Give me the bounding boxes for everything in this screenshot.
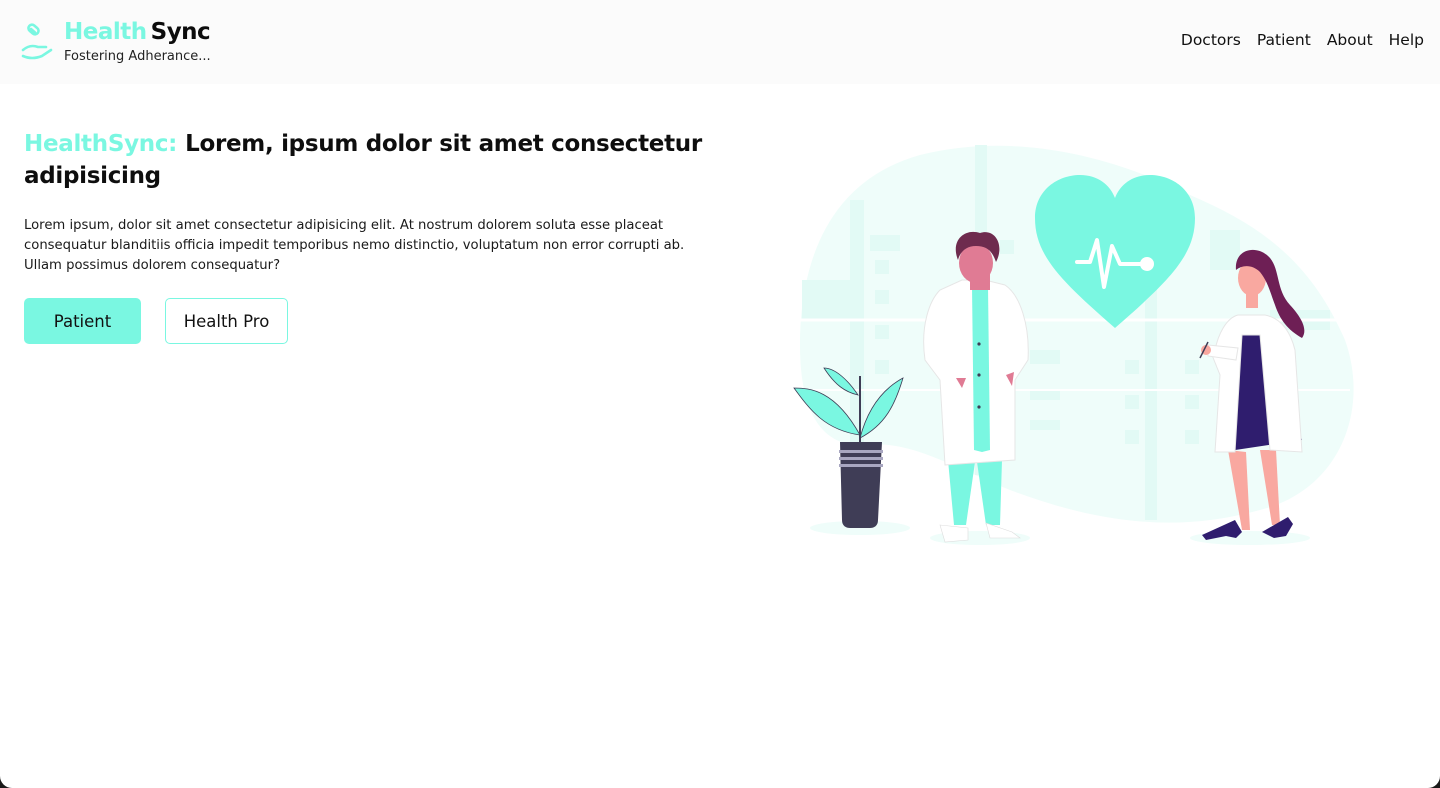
brand[interactable]: Health Sync Fostering Adherance... — [20, 18, 211, 66]
brand-tagline: Fostering Adherance... — [64, 49, 211, 64]
hero-title: HealthSync: Lorem, ipsum dolor sit amet c… — [24, 128, 724, 192]
patient-button[interactable]: Patient — [24, 298, 141, 344]
nav-doctors[interactable]: Doctors — [1181, 31, 1241, 49]
brand-accent: Health — [64, 19, 147, 45]
hand-pill-icon — [21, 23, 53, 60]
doctors-heart-illustration — [793, 145, 1354, 545]
hero-title-accent: HealthSync: — [24, 131, 178, 157]
nav-about[interactable]: About — [1327, 31, 1373, 49]
nav-help[interactable]: Help — [1389, 31, 1424, 49]
brand-title: Health Sync — [64, 18, 211, 46]
cta-group: Patient Health Pro — [24, 298, 724, 344]
hero-description: Lorem ipsum, dolor sit amet consectetur … — [24, 218, 685, 273]
health-pro-button[interactable]: Health Pro — [165, 298, 288, 344]
brand-dark: Sync — [150, 19, 211, 45]
page: Health Sync Fostering Adherance... Doctor… — [0, 0, 1440, 788]
navbar: Health Sync Fostering Adherance... Doctor… — [0, 0, 1440, 84]
nav-patient[interactable]: Patient — [1257, 31, 1311, 49]
hero: HealthSync: Lorem, ipsum dolor sit amet c… — [24, 128, 724, 344]
main-nav: Doctors Patient About Help — [1181, 31, 1424, 49]
